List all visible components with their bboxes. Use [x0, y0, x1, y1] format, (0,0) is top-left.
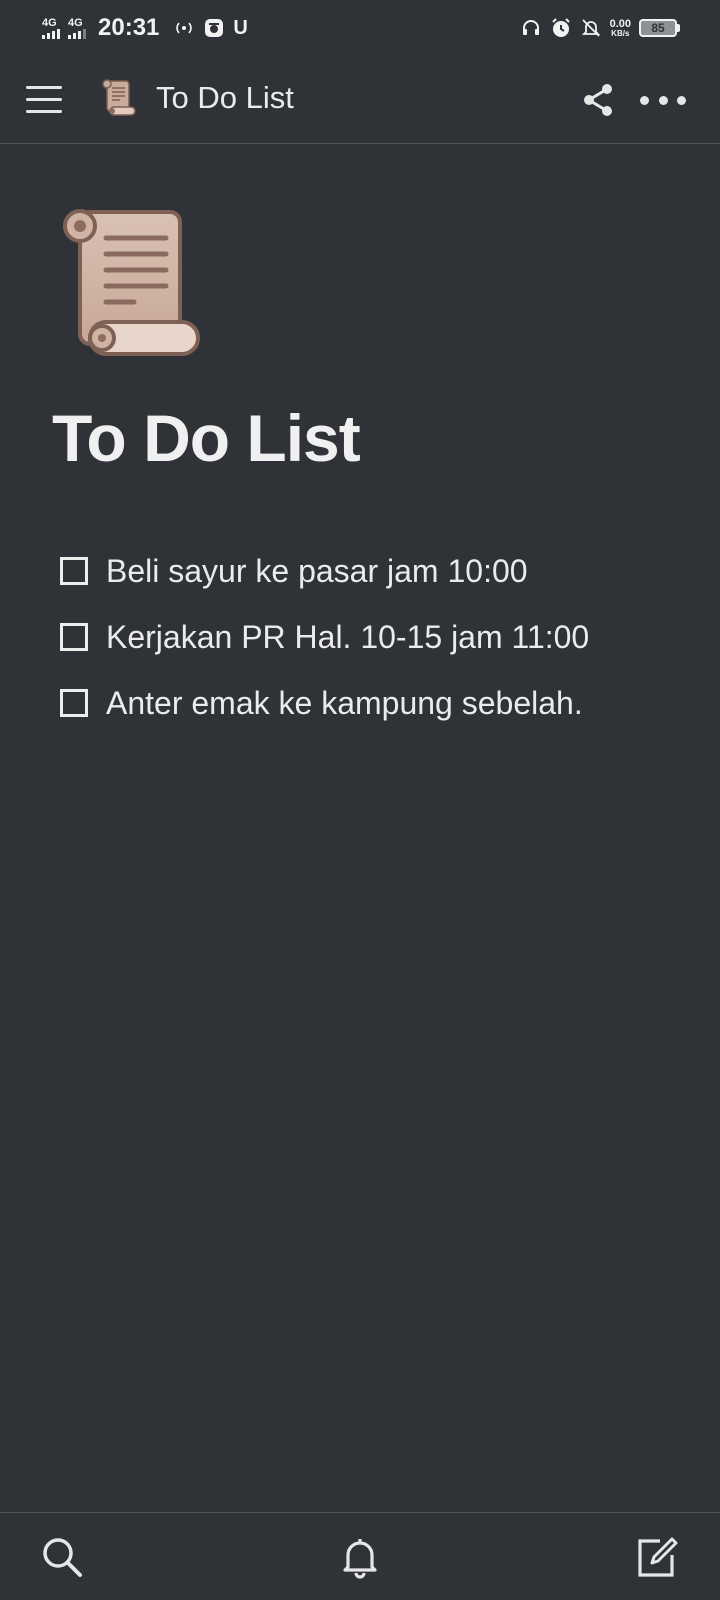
- todo-text[interactable]: Kerjakan PR Hal. 10-15 jam 11:00: [106, 619, 589, 656]
- speed-unit: KB/s: [611, 28, 630, 38]
- status-right: 0.00 KB/s 85: [520, 17, 680, 39]
- todo-item: Beli sayur ke pasar jam 10:00: [60, 538, 589, 604]
- todo-checkbox[interactable]: [60, 623, 88, 651]
- share-icon[interactable]: [580, 80, 616, 120]
- carrier-glyph: U: [233, 16, 248, 39]
- signal-bars-icon: [68, 28, 86, 39]
- app-bar-title: To Do List: [156, 80, 294, 115]
- bell-icon[interactable]: [336, 1533, 384, 1581]
- clock: 20:31: [98, 14, 160, 41]
- network-speed: 0.00 KB/s: [609, 17, 631, 38]
- todo-text[interactable]: Beli sayur ke pasar jam 10:00: [106, 553, 528, 590]
- more-options-icon[interactable]: [640, 82, 686, 118]
- page-scroll-icon[interactable]: [58, 208, 208, 364]
- battery-icon: 85: [639, 19, 680, 37]
- menu-icon[interactable]: [26, 82, 62, 118]
- todo-item: Anter emak ke kampung sebelah.: [60, 670, 589, 736]
- status-bar: 4G 4G 20:31 U 0.00 KB/s 85: [0, 0, 720, 56]
- todo-item: Kerjakan PR Hal. 10-15 jam 11:00: [60, 604, 589, 670]
- app-bar: To Do List: [0, 56, 720, 144]
- speed-value: 0.00: [609, 17, 631, 30]
- screen: 4G 4G 20:31 U 0.00 KB/s 85 To Do List To…: [0, 0, 720, 1600]
- todo-text[interactable]: Anter emak ke kampung sebelah.: [106, 685, 583, 722]
- battery-level: 85: [651, 21, 665, 35]
- hotspot-icon: [173, 17, 195, 39]
- signal-1: 4G: [42, 16, 60, 39]
- search-icon[interactable]: [38, 1533, 86, 1581]
- bottom-bar: [0, 1512, 720, 1600]
- alarm-icon: [550, 17, 572, 39]
- signal-bars-icon: [42, 28, 60, 39]
- scroll-icon[interactable]: [100, 78, 140, 118]
- network-label-1: 4G: [42, 16, 57, 29]
- new-page-icon[interactable]: [632, 1533, 680, 1581]
- page-title[interactable]: To Do List: [52, 400, 361, 476]
- app-notification-icon: [203, 17, 225, 39]
- todo-checkbox[interactable]: [60, 557, 88, 585]
- network-label-2: 4G: [68, 16, 83, 29]
- headphones-icon: [520, 17, 542, 39]
- signal-2: 4G: [68, 16, 86, 39]
- todo-checkbox[interactable]: [60, 689, 88, 717]
- notifications-off-icon: [580, 17, 602, 39]
- status-left: 4G 4G 20:31 U: [42, 14, 248, 42]
- todo-list: Beli sayur ke pasar jam 10:00 Kerjakan P…: [60, 538, 589, 736]
